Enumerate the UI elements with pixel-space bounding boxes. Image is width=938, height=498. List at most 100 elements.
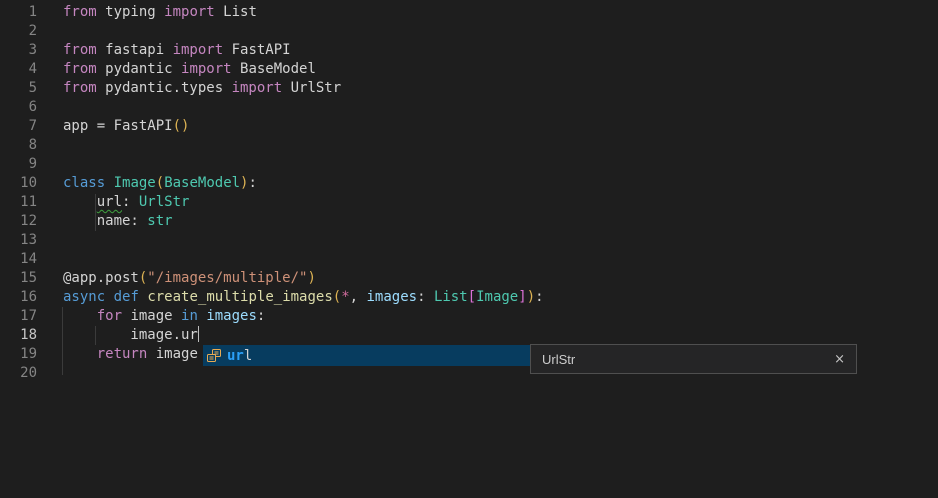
line-number: 8 — [0, 136, 37, 155]
line-number: 6 — [0, 98, 37, 117]
suggestion-label-rest: l — [244, 348, 252, 364]
code-line[interactable]: 14 — [0, 250, 938, 269]
code-line[interactable]: 18 image.ur — [0, 326, 938, 345]
code-token: from — [63, 42, 97, 58]
code-token: image — [122, 308, 181, 324]
code-token: name: — [63, 213, 147, 229]
code-line[interactable]: 12 name: str — [0, 212, 938, 231]
code-token — [105, 289, 113, 305]
line-number: 18 — [0, 326, 37, 345]
code-token: Image — [476, 289, 518, 305]
code-line-content[interactable]: from typing import List — [63, 3, 257, 22]
code-line-content[interactable]: from pydantic import BaseModel — [63, 60, 316, 79]
code-token: List — [215, 4, 257, 20]
code-line[interactable]: 17 for image in images: — [0, 307, 938, 326]
code-line-content[interactable]: @app.post("/images/multiple/") — [63, 269, 316, 288]
code-token: : — [257, 308, 265, 324]
line-number: 11 — [0, 193, 37, 212]
code-token: ( — [156, 175, 164, 191]
code-line-content[interactable]: for image in images: — [63, 307, 265, 326]
code-token — [105, 175, 113, 191]
code-editor[interactable]: 1 from typing import List 23 from fastapi i… — [0, 0, 938, 498]
code-line-content[interactable]: name: str — [63, 212, 173, 231]
code-line-content[interactable]: async def create_multiple_images(*, imag… — [63, 288, 544, 307]
code-token: for — [97, 308, 122, 324]
code-line-content[interactable]: image.ur — [63, 326, 199, 345]
code-line[interactable]: 1 from typing import List — [0, 3, 938, 22]
code-token: UrlStr — [139, 194, 190, 210]
code-token: ] — [518, 289, 526, 305]
code-token: UrlStr — [282, 80, 341, 96]
code-line[interactable]: 10class Image(BaseModel): — [0, 174, 938, 193]
code-token: : — [417, 289, 434, 305]
code-line[interactable]: 11 url: UrlStr — [0, 193, 938, 212]
code-token: [ — [468, 289, 476, 305]
close-icon[interactable]: × — [834, 353, 845, 366]
suggestion-item-url[interactable]: url — [203, 345, 530, 366]
code-line-content[interactable]: app = FastAPI() — [63, 117, 189, 136]
code-line[interactable]: 9 — [0, 155, 938, 174]
code-token: pydantic.types — [97, 80, 232, 96]
code-token: images — [367, 289, 418, 305]
code-line[interactable]: 6 — [0, 98, 938, 117]
line-number: 12 — [0, 212, 37, 231]
line-number: 1 — [0, 3, 37, 22]
code-line[interactable]: 13 — [0, 231, 938, 250]
code-token: List — [434, 289, 468, 305]
line-number: 16 — [0, 288, 37, 307]
code-token: fastapi — [97, 42, 173, 58]
code-token: class — [63, 175, 105, 191]
code-token: create_multiple_images — [147, 289, 332, 305]
code-token: BaseModel — [164, 175, 240, 191]
code-line[interactable]: 8 — [0, 136, 938, 155]
code-token — [63, 308, 97, 324]
code-token: url — [97, 194, 122, 210]
code-line[interactable]: 5from pydantic.types import UrlStr — [0, 79, 938, 98]
indent-guide — [95, 326, 96, 345]
code-token: return — [97, 346, 148, 362]
code-token: Image — [114, 175, 156, 191]
code-line-content[interactable]: url: UrlStr — [63, 193, 189, 212]
code-line-content[interactable]: from pydantic.types import UrlStr — [63, 79, 341, 98]
code-line-content[interactable]: return image — [63, 345, 198, 364]
text-cursor — [198, 326, 199, 342]
code-token: images — [206, 308, 257, 324]
code-line[interactable]: 3 from fastapi import FastAPI — [0, 41, 938, 60]
code-line[interactable]: 15@app.post("/images/multiple/") — [0, 269, 938, 288]
suggestion-detail-text: UrlStr — [542, 352, 575, 367]
code-token — [63, 194, 97, 210]
line-number: 17 — [0, 307, 37, 326]
code-token: import — [173, 42, 224, 58]
code-line-content[interactable]: class Image(BaseModel): — [63, 174, 257, 193]
code-line[interactable]: 7 app = FastAPI() — [0, 117, 938, 136]
code-token: from — [63, 4, 97, 20]
line-number: 20 — [0, 364, 37, 383]
code-line-content[interactable]: from fastapi import FastAPI — [63, 41, 291, 60]
suggestion-label-match: ur — [227, 348, 244, 364]
code-token: "/images/multiple/" — [147, 270, 307, 286]
code-token: : — [248, 175, 256, 191]
line-number: 7 — [0, 117, 37, 136]
code-token: FastAPI — [223, 42, 290, 58]
code-token: BaseModel — [232, 61, 316, 77]
line-number: 19 — [0, 345, 37, 364]
code-token: * — [341, 289, 349, 305]
line-number: 3 — [0, 41, 37, 60]
indent-guide — [62, 307, 63, 375]
line-number: 14 — [0, 250, 37, 269]
code-token: image.ur — [63, 327, 198, 343]
line-number: 2 — [0, 22, 37, 41]
code-token: str — [147, 213, 172, 229]
code-line[interactable]: 4 from pydantic import BaseModel — [0, 60, 938, 79]
code-line[interactable]: 16async def create_multiple_images(*, im… — [0, 288, 938, 307]
suggestion-label: url — [227, 348, 252, 364]
code-token: ( — [333, 289, 341, 305]
code-token: @app.post — [63, 270, 139, 286]
code-token: in — [181, 308, 198, 324]
line-number: 4 — [0, 60, 37, 79]
line-number: 13 — [0, 231, 37, 250]
suggestion-detail-panel: UrlStr × — [530, 344, 857, 374]
code-token: () — [173, 118, 190, 134]
code-lines: 1 from typing import List 23 from fastapi i… — [0, 3, 938, 383]
code-line[interactable]: 2 — [0, 22, 938, 41]
